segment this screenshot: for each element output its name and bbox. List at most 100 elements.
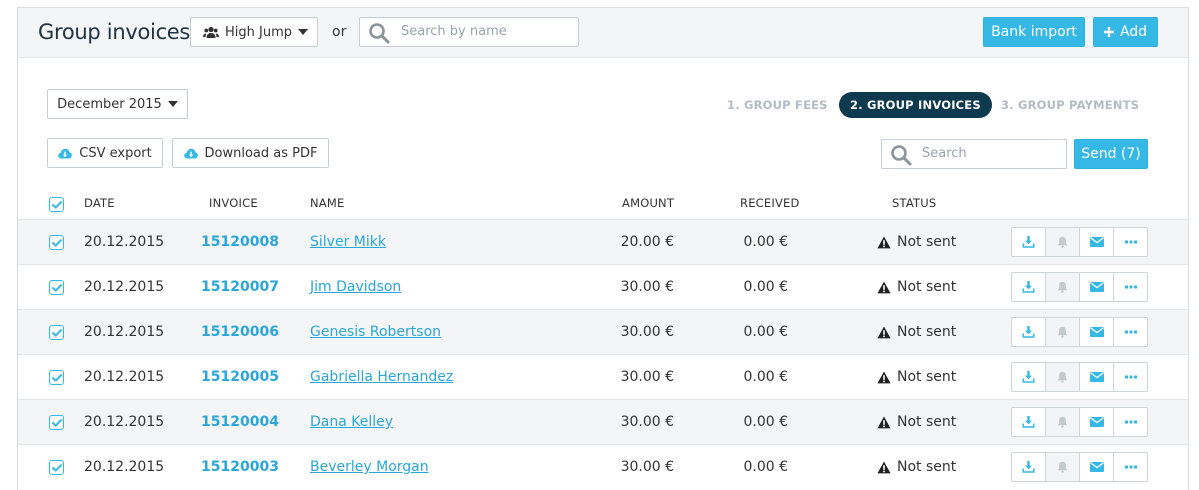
caret-down-icon	[167, 101, 178, 107]
row-invoice-number[interactable]: 15120006	[201, 324, 279, 340]
row-checkbox[interactable]	[49, 280, 64, 295]
row-member-name-link[interactable]: Dana Kelley	[310, 414, 393, 430]
download-icon	[1022, 326, 1035, 338]
send-reminder-button[interactable]	[1045, 407, 1080, 437]
download-invoice-button[interactable]	[1011, 227, 1046, 257]
row-invoice-number[interactable]: 15120008	[201, 234, 279, 250]
step-group-payments[interactable]: 3. GROUP PAYMENTS	[1001, 92, 1139, 118]
row-amount: 20.00 €	[620, 234, 674, 250]
row-invoice-number[interactable]: 15120004	[201, 414, 279, 430]
row-status-text: Not sent	[897, 369, 957, 385]
month-selector-label: December 2015	[57, 96, 162, 112]
envelope-icon	[1089, 372, 1104, 382]
email-invoice-button[interactable]	[1079, 272, 1114, 302]
row-checkbox[interactable]	[49, 415, 64, 430]
download-invoice-button[interactable]	[1011, 407, 1046, 437]
row-received: 0.00 €	[743, 369, 788, 385]
add-button[interactable]: Add	[1093, 17, 1158, 47]
email-invoice-button[interactable]	[1079, 227, 1114, 257]
ellipsis-icon	[1124, 420, 1137, 424]
more-actions-button[interactable]	[1113, 317, 1148, 347]
row-checkbox[interactable]	[49, 325, 64, 340]
column-header-received[interactable]: RECEIVED	[740, 196, 800, 210]
row-actions	[1011, 362, 1148, 392]
row-invoice-number[interactable]: 15120003	[201, 459, 279, 475]
column-header-status[interactable]: STATUS	[892, 196, 936, 210]
bell-icon	[1057, 371, 1068, 383]
download-pdf-label: Download as PDF	[204, 145, 318, 161]
send-reminder-button[interactable]	[1045, 317, 1080, 347]
email-invoice-button[interactable]	[1079, 317, 1114, 347]
row-status-text: Not sent	[897, 279, 957, 295]
csv-export-label: CSV export	[79, 145, 152, 161]
row-member-name-link[interactable]: Jim Davidson	[310, 279, 401, 295]
download-invoice-button[interactable]	[1011, 452, 1046, 482]
step-group-invoices[interactable]: 2. GROUP INVOICES	[839, 92, 992, 118]
month-selector[interactable]: December 2015	[47, 89, 188, 119]
select-all-checkbox[interactable]	[49, 197, 64, 212]
send-reminder-button[interactable]	[1045, 272, 1080, 302]
download-icon	[1022, 416, 1035, 428]
row-amount: 30.00 €	[620, 414, 674, 430]
column-header-amount[interactable]: AMOUNT	[622, 196, 674, 210]
row-actions	[1011, 452, 1148, 482]
send-reminder-button[interactable]	[1045, 362, 1080, 392]
invoice-search-box	[881, 139, 1067, 169]
invoice-search-input[interactable]	[922, 146, 1062, 161]
row-checkbox[interactable]	[49, 235, 64, 250]
more-actions-button[interactable]	[1113, 362, 1148, 392]
row-status: Not sent	[877, 459, 956, 475]
more-actions-button[interactable]	[1113, 452, 1148, 482]
column-header-date[interactable]: DATE	[84, 196, 115, 210]
download-invoice-button[interactable]	[1011, 317, 1046, 347]
plus-icon	[1103, 27, 1114, 37]
group-selector[interactable]: High Jump	[190, 17, 318, 47]
csv-export-button[interactable]: CSV export	[47, 138, 163, 168]
row-status: Not sent	[877, 324, 956, 340]
bell-icon	[1057, 416, 1068, 428]
name-search-input[interactable]	[401, 24, 571, 39]
column-header-invoice[interactable]: INVOICE	[209, 196, 258, 210]
row-received: 0.00 €	[743, 324, 788, 340]
email-invoice-button[interactable]	[1079, 362, 1114, 392]
row-status: Not sent	[877, 279, 956, 295]
row-checkbox[interactable]	[49, 370, 64, 385]
bank-import-button[interactable]: Bank import	[983, 17, 1085, 47]
row-member-name-link[interactable]: Beverley Morgan	[310, 459, 429, 475]
email-invoice-button[interactable]	[1079, 407, 1114, 437]
envelope-icon	[1089, 282, 1104, 292]
top-bar: Group invoices High Jump or Bank import …	[18, 8, 1188, 58]
row-checkbox[interactable]	[49, 460, 64, 475]
row-amount: 30.00 €	[620, 459, 674, 475]
row-date: 20.12.2015	[84, 234, 165, 250]
send-reminder-button[interactable]	[1045, 452, 1080, 482]
row-member-name-link[interactable]: Silver Mikk	[310, 234, 386, 250]
column-header-name[interactable]: NAME	[310, 196, 344, 210]
download-icon	[1022, 236, 1035, 248]
row-member-name-link[interactable]: Gabriella Hernandez	[310, 369, 453, 385]
download-pdf-button[interactable]: Download as PDF	[172, 138, 329, 168]
send-reminder-button[interactable]	[1045, 227, 1080, 257]
add-button-label: Add	[1119, 24, 1148, 40]
more-actions-button[interactable]	[1113, 272, 1148, 302]
download-invoice-button[interactable]	[1011, 272, 1046, 302]
download-icon	[1022, 281, 1035, 293]
cloud-download-icon	[183, 148, 198, 158]
ellipsis-icon	[1124, 465, 1137, 469]
row-status: Not sent	[877, 369, 956, 385]
row-amount: 30.00 €	[620, 279, 674, 295]
row-invoice-number[interactable]: 15120007	[201, 279, 279, 295]
download-invoice-button[interactable]	[1011, 362, 1046, 392]
caret-down-icon	[298, 29, 308, 35]
more-actions-button[interactable]	[1113, 407, 1148, 437]
more-actions-button[interactable]	[1113, 227, 1148, 257]
row-member-name-link[interactable]: Genesis Robertson	[310, 324, 441, 340]
step-group-fees[interactable]: 1. GROUP FEES	[727, 92, 828, 118]
envelope-icon	[1089, 237, 1104, 247]
table-row: 20.12.2015 15120003 Beverley Morgan 30.0…	[18, 444, 1188, 489]
invoice-table-body: 20.12.2015 15120008 Silver Mikk 20.00 € …	[18, 219, 1188, 489]
email-invoice-button[interactable]	[1079, 452, 1114, 482]
send-button[interactable]: Send (7)	[1074, 139, 1148, 169]
table-row: 20.12.2015 15120005 Gabriella Hernandez …	[18, 354, 1188, 399]
row-invoice-number[interactable]: 15120005	[201, 369, 279, 385]
